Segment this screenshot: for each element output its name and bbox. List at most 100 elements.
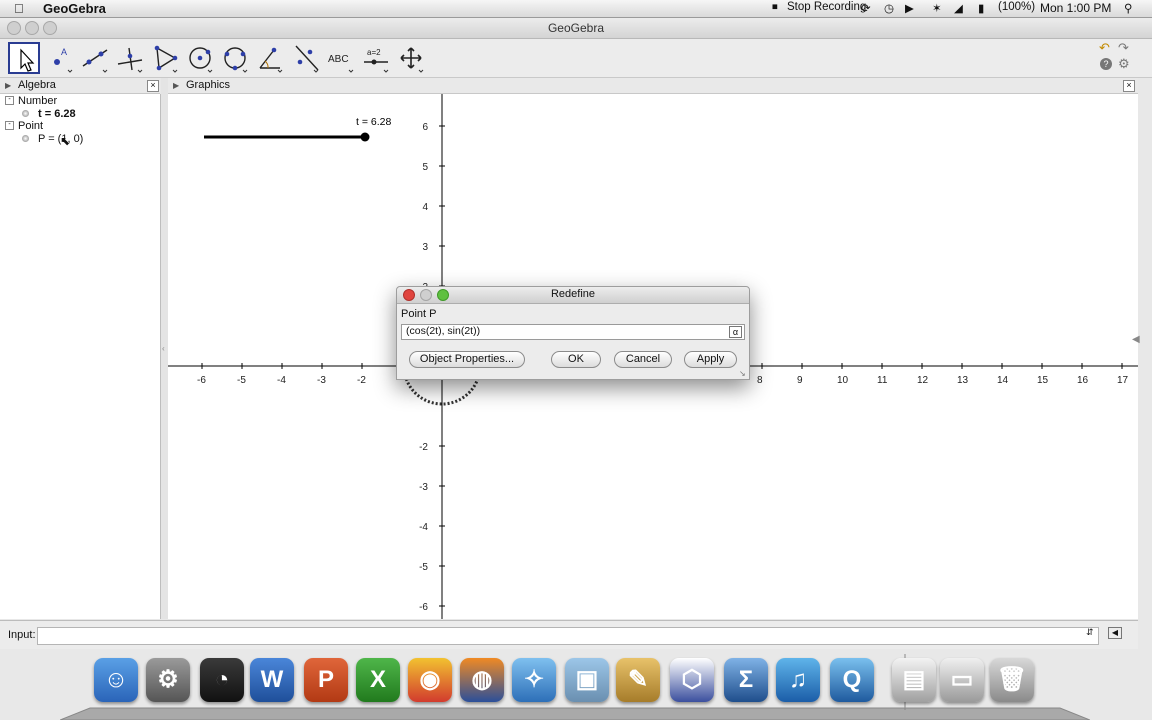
spotlight-icon[interactable]: ⚲ bbox=[1124, 1, 1132, 15]
alpha-symbol-button[interactable]: α bbox=[729, 326, 742, 338]
algebra-view: - Number t = 6.28 - Point P = (1, 0) ⬉ bbox=[0, 94, 161, 619]
move-tool[interactable] bbox=[8, 42, 40, 74]
ok-button[interactable]: OK bbox=[551, 351, 601, 368]
y-tick-label: 4 bbox=[422, 202, 428, 213]
x-tick-label: 13 bbox=[957, 375, 969, 386]
apply-button[interactable]: Apply bbox=[684, 351, 737, 368]
object-properties-button[interactable]: Object Properties... bbox=[409, 351, 525, 368]
close-algebra-button[interactable]: × bbox=[147, 80, 159, 92]
collapse-number-icon[interactable]: - bbox=[5, 96, 14, 105]
move-arrows-icon bbox=[400, 47, 424, 73]
cursor-arrow-icon bbox=[20, 48, 35, 72]
preview-icon[interactable]: ✎ bbox=[616, 658, 660, 702]
angle-icon bbox=[259, 47, 283, 73]
point-tool[interactable]: A bbox=[44, 42, 76, 74]
finder-icon[interactable]: ☺ bbox=[94, 658, 138, 702]
stop-recording-menu[interactable]: Stop Recording bbox=[787, 1, 866, 13]
perpendicular-line-tool[interactable] bbox=[114, 42, 146, 74]
keyboard-toggle-icon[interactable]: ◀ bbox=[1108, 627, 1122, 639]
undo-icon[interactable]: ↶ bbox=[1099, 40, 1110, 56]
definition-text: (cos(2t), sin(2t)) bbox=[406, 325, 481, 337]
close-graphics-button[interactable]: × bbox=[1123, 80, 1135, 92]
documents-icon[interactable]: ▤ bbox=[892, 658, 936, 702]
system-preferences-icon[interactable]: ⚙ bbox=[146, 658, 190, 702]
settings-icon[interactable]: ⚙ bbox=[1118, 56, 1130, 72]
graphics-title: Graphics bbox=[186, 79, 231, 91]
text-icon: ABC bbox=[328, 54, 354, 73]
right-collapse-arrow-icon[interactable]: ◀ bbox=[1132, 334, 1140, 345]
slider-handle[interactable] bbox=[360, 132, 370, 142]
y-tick-label: -3 bbox=[419, 482, 428, 493]
firefox-icon[interactable]: ◍ bbox=[460, 658, 504, 702]
reflect-line-icon bbox=[295, 45, 319, 73]
chrome-icon[interactable]: ◉ bbox=[408, 658, 452, 702]
visibility-toggle-icon[interactable] bbox=[22, 110, 29, 117]
y-tick-label: 3 bbox=[422, 242, 428, 253]
input-field[interactable] bbox=[37, 627, 1099, 645]
app-menu[interactable]: GeoGebra bbox=[43, 1, 106, 16]
text-tool[interactable]: ABC bbox=[325, 42, 357, 74]
expand-triangle-icon[interactable]: ▶ bbox=[173, 81, 179, 90]
x-tick-label: 17 bbox=[1117, 375, 1129, 386]
left-collapse-arrow-icon[interactable]: ‹ bbox=[162, 344, 165, 353]
input-label: Input: bbox=[8, 629, 36, 641]
excel-icon[interactable]: X bbox=[356, 658, 400, 702]
angle-tool[interactable] bbox=[254, 42, 286, 74]
powerpoint-icon[interactable]: P bbox=[304, 658, 348, 702]
svg-text:ABC: ABC bbox=[328, 54, 349, 65]
redo-icon[interactable]: ↷ bbox=[1118, 40, 1129, 56]
battery-icon[interactable]: ▮ bbox=[978, 1, 984, 15]
window-icon[interactable]: ▭ bbox=[940, 658, 984, 702]
help-icon[interactable]: ? bbox=[1100, 58, 1112, 70]
mouse-cursor-icon: ⬉ bbox=[60, 134, 71, 148]
reflect-tool[interactable] bbox=[290, 42, 322, 74]
circle-tool[interactable] bbox=[184, 42, 216, 74]
sync-icon[interactable]: ⟳ bbox=[861, 1, 871, 15]
word-icon[interactable]: W bbox=[250, 658, 294, 702]
time-machine-icon[interactable]: ◷ bbox=[884, 1, 894, 15]
algebra-item-t[interactable]: t = 6.28 bbox=[38, 108, 76, 120]
input-bar: Input: ⇵ ◀ bbox=[0, 620, 1138, 649]
x-tick-label: 14 bbox=[997, 375, 1009, 386]
x-tick-label: -2 bbox=[357, 375, 366, 386]
wifi-icon[interactable]: ◢ bbox=[954, 1, 963, 15]
geogebra-icon[interactable]: ⬡ bbox=[670, 658, 714, 702]
definition-field[interactable]: (cos(2t), sin(2t)) α bbox=[401, 324, 745, 340]
polygon-tool[interactable] bbox=[149, 42, 181, 74]
itunes-icon[interactable]: ♫ bbox=[776, 658, 820, 702]
recording-icon[interactable]: ⏹ bbox=[772, 1, 778, 14]
line-tool[interactable] bbox=[79, 42, 111, 74]
sigma-icon[interactable]: Σ bbox=[724, 658, 768, 702]
clock[interactable]: Mon 1:00 PM bbox=[1040, 1, 1111, 15]
trash-icon[interactable]: 🗑 bbox=[990, 658, 1034, 702]
apple-icon[interactable]:  bbox=[14, 1, 24, 16]
cancel-button[interactable]: Cancel bbox=[614, 351, 672, 368]
input-dropdown-icon[interactable]: ⇵ bbox=[1086, 627, 1094, 638]
slider-tool[interactable]: a=2 bbox=[360, 42, 392, 74]
bluetooth-icon[interactable]: ✶ bbox=[932, 1, 942, 15]
dialog-title: Redefine bbox=[550, 288, 596, 300]
algebra-title: Algebra bbox=[18, 79, 56, 91]
expand-triangle-icon[interactable]: ▶ bbox=[5, 81, 11, 90]
resize-grip-icon[interactable]: ↘ bbox=[739, 369, 746, 378]
iphoto-icon[interactable]: ▣ bbox=[565, 658, 609, 702]
x-tick-label: -3 bbox=[317, 375, 326, 386]
x-tick-label: 10 bbox=[837, 375, 849, 386]
move-graphics-tool[interactable] bbox=[395, 42, 427, 74]
collapse-point-icon[interactable]: - bbox=[5, 121, 14, 130]
visibility-toggle-icon[interactable] bbox=[22, 135, 29, 142]
x-tick-label: -5 bbox=[237, 375, 246, 386]
battery-percent[interactable]: (100%) bbox=[998, 1, 1035, 13]
slider-label: t = 6.28 bbox=[356, 116, 391, 128]
dashboard-icon[interactable]: ◔ bbox=[200, 658, 244, 702]
y-tick-label: -5 bbox=[419, 562, 428, 573]
quicktime-icon[interactable]: Q bbox=[830, 658, 874, 702]
dialog-titlebar: Redefine bbox=[397, 287, 749, 304]
safari-icon[interactable]: ✧ bbox=[512, 658, 556, 702]
x-tick-label: 15 bbox=[1037, 375, 1049, 386]
conic-tool[interactable] bbox=[219, 42, 251, 74]
volume-icon[interactable]: ▶ bbox=[905, 1, 914, 15]
object-label: Point P bbox=[401, 308, 437, 320]
y-tick-label: -6 bbox=[419, 602, 428, 613]
group-number: Number bbox=[18, 95, 58, 107]
